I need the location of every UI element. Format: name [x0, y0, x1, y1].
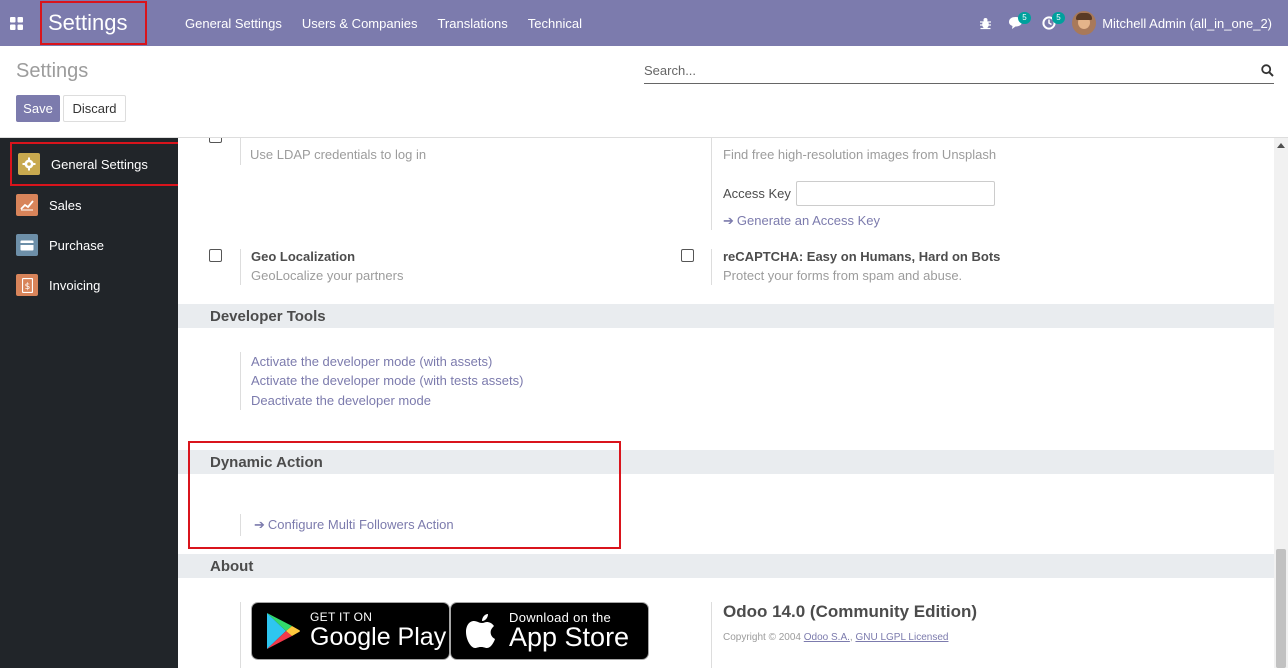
- google-play-badge[interactable]: GET IT ON Google Play: [251, 602, 450, 660]
- google-play-big-text: Google Play: [310, 623, 447, 651]
- license-link[interactable]: GNU LGPL Licensed: [855, 632, 948, 643]
- apps-menu-icon[interactable]: [0, 0, 32, 46]
- menu-users-companies[interactable]: Users & Companies: [292, 16, 428, 31]
- developer-tools-header: Developer Tools: [178, 304, 1274, 328]
- control-panel: Settings Save Discard: [0, 46, 1288, 138]
- divider: [711, 602, 712, 668]
- app-store-badge[interactable]: Download on the App Store: [450, 602, 649, 660]
- sidebar-item-purchase[interactable]: Purchase: [0, 225, 178, 265]
- activities-clock-icon[interactable]: 5: [1034, 0, 1065, 46]
- menu-translations[interactable]: Translations: [427, 16, 517, 31]
- divider: [240, 602, 241, 668]
- user-name: Mitchell Admin (all_in_one_2): [1102, 15, 1272, 31]
- sidebar-item-general-settings[interactable]: General Settings: [10, 142, 180, 186]
- settings-sidebar: General Settings Sales Purchase $ Invoic…: [0, 138, 180, 668]
- search-icon[interactable]: [1261, 64, 1274, 77]
- sidebar-item-sales[interactable]: Sales: [0, 185, 178, 225]
- search-input[interactable]: [644, 63, 1224, 78]
- invoice-icon: $: [16, 274, 38, 296]
- geo-localization-description: GeoLocalize your partners: [251, 268, 404, 283]
- messages-badge: 5: [1018, 12, 1031, 24]
- geo-localization-checkbox[interactable]: [209, 249, 222, 262]
- sidebar-item-invoicing[interactable]: $ Invoicing: [0, 265, 178, 305]
- google-play-icon: [267, 613, 300, 649]
- card-icon: [16, 234, 38, 256]
- about-header: About: [178, 554, 1274, 578]
- save-button[interactable]: Save: [16, 95, 60, 122]
- content-scrollbar[interactable]: [1274, 138, 1288, 668]
- sidebar-item-label: Purchase: [49, 237, 104, 253]
- odoo-sa-link[interactable]: Odoo S.A.: [804, 632, 850, 643]
- divider: [240, 352, 241, 410]
- odoo-version-title: Odoo 14.0 (Community Edition): [723, 602, 978, 621]
- search-bar: [644, 58, 1274, 84]
- divider: [240, 138, 241, 165]
- sidebar-item-label: General Settings: [51, 156, 148, 172]
- settings-content: Use LDAP credentials to log in Find free…: [178, 138, 1274, 668]
- generate-access-key-link[interactable]: ➔ Generate an Access Key: [723, 213, 880, 229]
- arrow-right-icon: ➔: [723, 213, 734, 228]
- debug-bug-icon[interactable]: [971, 0, 1000, 46]
- activate-dev-mode-tests-link[interactable]: Activate the developer mode (with tests …: [251, 373, 523, 388]
- divider: [240, 249, 241, 285]
- top-menu: General Settings Users & Companies Trans…: [175, 0, 592, 46]
- sidebar-item-label: Invoicing: [49, 277, 101, 293]
- app-brand[interactable]: Settings: [40, 1, 147, 45]
- recaptcha-description: Protect your forms from spam and abuse.: [723, 268, 963, 283]
- activate-dev-mode-assets-link[interactable]: Activate the developer mode (with assets…: [251, 354, 492, 369]
- copyright-text: Copyright © 2004 Odoo S.A., GNU LGPL Lic…: [723, 632, 949, 643]
- menu-technical[interactable]: Technical: [518, 16, 592, 31]
- menu-general-settings[interactable]: General Settings: [175, 16, 292, 31]
- scroll-up-arrow-icon[interactable]: [1277, 143, 1285, 148]
- recaptcha-title: reCAPTCHA: Easy on Humans, Hard on Bots: [723, 249, 1001, 264]
- gear-icon: [18, 153, 40, 175]
- discard-button[interactable]: Discard: [63, 95, 126, 122]
- access-key-input[interactable]: [796, 181, 995, 206]
- divider: [711, 249, 712, 285]
- app-store-big-text: App Store: [509, 622, 630, 652]
- access-key-label: Access Key: [723, 186, 791, 201]
- activities-badge: 5: [1052, 12, 1065, 24]
- sidebar-item-label: Sales: [49, 197, 82, 213]
- divider: [711, 138, 712, 230]
- deactivate-dev-mode-link[interactable]: Deactivate the developer mode: [251, 393, 431, 408]
- top-navbar: Settings General Settings Users & Compan…: [0, 0, 1288, 46]
- user-menu[interactable]: Mitchell Admin (all_in_one_2): [1064, 11, 1288, 35]
- geo-localization-title: Geo Localization: [251, 249, 356, 264]
- systray: 5 5 Mitchell Admin (all_in_one_2): [971, 0, 1288, 46]
- ldap-checkbox[interactable]: [209, 138, 222, 143]
- unsplash-description: Find free high-resolution images from Un…: [723, 147, 997, 162]
- highlight-box: [188, 441, 621, 549]
- apple-icon: [466, 614, 495, 648]
- svg-text:$: $: [24, 282, 30, 292]
- user-avatar: [1072, 11, 1097, 35]
- chart-icon: [16, 194, 38, 216]
- messages-chat-icon[interactable]: 5: [1000, 0, 1034, 46]
- ldap-description: Use LDAP credentials to log in: [250, 147, 427, 162]
- recaptcha-checkbox[interactable]: [681, 249, 694, 262]
- page-title: Settings: [16, 60, 89, 82]
- scroll-thumb[interactable]: [1276, 549, 1286, 668]
